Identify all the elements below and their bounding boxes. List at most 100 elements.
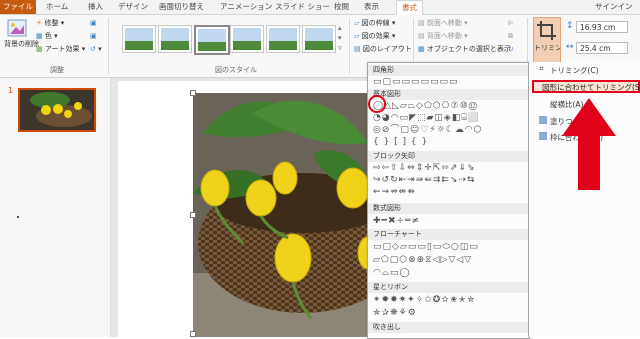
shape-category-rectangles: 四角形 xyxy=(368,65,529,76)
selection-pane-label: オブジェクトの選択と表示 xyxy=(426,45,511,53)
compress-button[interactable]: ▣ xyxy=(90,18,97,28)
chevron-down-icon: ▾ xyxy=(464,32,468,40)
align-icon: ⊫ xyxy=(508,19,515,27)
picture-style-1[interactable] xyxy=(122,25,156,53)
insertion-point xyxy=(17,216,19,218)
artistic-effects-button[interactable]: ▩ アート効果 ▾ xyxy=(36,44,85,54)
tab-animations[interactable]: アニメーション xyxy=(220,0,272,14)
width-input[interactable]: 25.4 cm xyxy=(576,42,628,54)
signin-link[interactable]: サインイン xyxy=(595,0,633,14)
color-button[interactable]: ▦ 色 ▾ xyxy=(36,31,58,41)
picture-border-label: 図の枠線 xyxy=(361,19,390,27)
group-button[interactable]: ⧉ xyxy=(508,31,513,41)
shape-category-equation: 数式図形 xyxy=(368,203,529,214)
tab-slideshow[interactable]: スライド ショー xyxy=(275,0,330,14)
shape-category-callouts: 吹き出し xyxy=(368,322,529,333)
remove-background-label: 背景の削除 xyxy=(4,40,39,48)
shape-row-flow-3[interactable]: ◠⌓▭◯ xyxy=(373,268,411,278)
picture-style-4[interactable] xyxy=(230,25,264,53)
shape-category-block-arrows: ブロック矢印 xyxy=(368,151,529,162)
fit-icon xyxy=(539,132,547,140)
tulip-photo-illustration xyxy=(193,93,373,337)
group-divider xyxy=(108,18,109,74)
chevron-down-icon: ▾ xyxy=(54,32,58,40)
shape-row-basic-3[interactable]: ◎⊘⌒▢☺♡⚡☼☾☁◠⬡ xyxy=(373,125,483,135)
rotate-button[interactable]: ↻ xyxy=(508,44,514,54)
slide-number: 1 xyxy=(8,86,14,95)
picture-layout-label: 図のレイアウト xyxy=(362,45,412,53)
send-backward-label: 背面へ移動 xyxy=(426,32,462,40)
thumbnail-tulips-image xyxy=(20,90,94,130)
align-button[interactable]: ⊫ xyxy=(508,18,514,28)
crop-label: トリミング xyxy=(534,44,560,52)
send-backward-button[interactable]: ▤ 背面へ移動 ▾ xyxy=(418,31,468,41)
tab-home[interactable]: ホーム xyxy=(46,0,68,14)
menu-item-crop[interactable]: ⌗ トリミング(C) xyxy=(539,65,599,76)
picture-border-button[interactable]: ▱ 図の枠線 ▾ xyxy=(354,18,395,28)
group-divider xyxy=(349,18,350,74)
picture-effects-button[interactable]: ▱ 図の効果 ▾ xyxy=(354,31,395,41)
artistic-effects-label: アート効果 xyxy=(44,45,80,53)
height-icon: ↕ xyxy=(566,21,574,31)
shape-row-arrows-2[interactable]: ↪↺↻⇤⇥⇛⇚⇉⇇↘⇢⇆ xyxy=(373,175,476,185)
shape-row-math[interactable]: ✚━✖÷═≠ xyxy=(373,216,420,226)
shape-row-stars-1[interactable]: ✴✹✸✷✦✧✩✪✫✬✭✮ xyxy=(373,295,476,305)
tab-transitions[interactable]: 画面切り替え xyxy=(159,0,204,14)
shape-row-arrows-1[interactable]: ⇨⇦⇧⇩⇔⇕✛⇱⬄⇗⇓⇘ xyxy=(373,163,476,173)
shape-row-rectangles[interactable]: ▭▢▭▭▭▭▭▭▭ xyxy=(373,77,459,87)
menu-item-crop-to-shape-label-overlay: 図形に合わせてトリミング(S) xyxy=(542,83,640,92)
tab-insert[interactable]: 挿入 xyxy=(88,0,103,14)
crop-button[interactable]: トリミング xyxy=(533,17,561,63)
chevron-down-icon: ▾ xyxy=(60,19,65,27)
chevron-down-icon: ▾ xyxy=(98,45,102,53)
resize-handle-top-left[interactable] xyxy=(190,90,196,96)
shape-row-arrows-3[interactable]: ⇜⇝⇏⇎⇻ xyxy=(373,187,416,197)
picture-style-6[interactable] xyxy=(302,25,336,53)
rotate-icon: ↻ xyxy=(508,45,514,53)
gallery-scroll[interactable]: ▴ ▾ ▿ xyxy=(338,23,346,53)
change-picture-button[interactable]: ▣ xyxy=(90,31,97,41)
group-icon: ⧉ xyxy=(508,32,513,40)
change-picture-icon: ▣ xyxy=(90,32,97,40)
send-backward-icon: ▤ xyxy=(418,32,425,40)
tab-file[interactable]: ファイル xyxy=(0,0,36,14)
chevron-down-icon: ▾ xyxy=(391,32,396,40)
bring-forward-icon: ▤ xyxy=(418,19,425,27)
remove-background-icon xyxy=(7,19,27,37)
shape-row-basic-1[interactable]: ◯△◺▱⏢◇⬠⬡⎔⑦⑩⑫ xyxy=(373,101,478,111)
tab-view[interactable]: 表示 xyxy=(364,0,379,14)
tulip-basket-picture[interactable] xyxy=(193,93,373,337)
shape-row-basic-2[interactable]: ◔◕◠▭◤⬚▰◫◈◧⌸⬜ xyxy=(373,113,480,123)
shape-row-stars-2[interactable]: ✯✰❋⚘⚙ xyxy=(373,308,417,318)
remove-background-button[interactable] xyxy=(6,19,28,39)
styles-group-label: 図のスタイル xyxy=(215,66,257,74)
color-icon: ▦ xyxy=(36,32,43,40)
tab-review[interactable]: 校閲 xyxy=(334,0,349,14)
reset-picture-button[interactable]: ↺ ▾ xyxy=(90,44,102,54)
picture-layout-button[interactable]: ▤ 図のレイアウト xyxy=(354,44,412,54)
bring-forward-label: 前面へ移動 xyxy=(426,19,462,27)
layout-icon: ▤ xyxy=(354,45,361,53)
slide-thumbnail[interactable] xyxy=(18,88,96,132)
tab-design[interactable]: デザイン xyxy=(118,0,148,14)
picture-style-5[interactable] xyxy=(266,25,300,53)
corrections-button[interactable]: ☀ 修整 ▾ xyxy=(36,18,64,28)
artistic-effects-icon: ▩ xyxy=(36,45,43,53)
shape-row-flow-2[interactable]: ▱⬠▢⬡⊗⊕⧖◁▷▽◁▽ xyxy=(373,255,472,265)
shape-category-flowchart: フローチャート xyxy=(368,229,529,240)
crop-icon xyxy=(537,21,556,40)
shape-row-flow-1[interactable]: ▭▢◇▱▭▭▯▭⬭○◫▭ xyxy=(373,242,479,252)
resize-handle-left[interactable] xyxy=(190,212,196,218)
height-input[interactable]: 16.93 cm xyxy=(576,21,628,33)
corrections-label: 修整 xyxy=(44,19,59,27)
selection-pane-button[interactable]: ▦ オブジェクトの選択と表示 xyxy=(418,44,511,54)
crop-icon: ⌗ xyxy=(539,64,544,73)
picture-style-2[interactable] xyxy=(158,25,192,53)
tab-format[interactable]: 書式 xyxy=(396,0,423,15)
effects-icon: ▱ xyxy=(354,32,360,40)
picture-style-3[interactable] xyxy=(194,25,230,55)
fill-icon xyxy=(539,116,547,124)
shape-row-basic-4[interactable]: { } [ ] { } xyxy=(373,137,428,147)
resize-handle-bottom-left[interactable] xyxy=(190,331,196,337)
bring-forward-button[interactable]: ▤ 前面へ移動 ▾ xyxy=(418,18,468,28)
